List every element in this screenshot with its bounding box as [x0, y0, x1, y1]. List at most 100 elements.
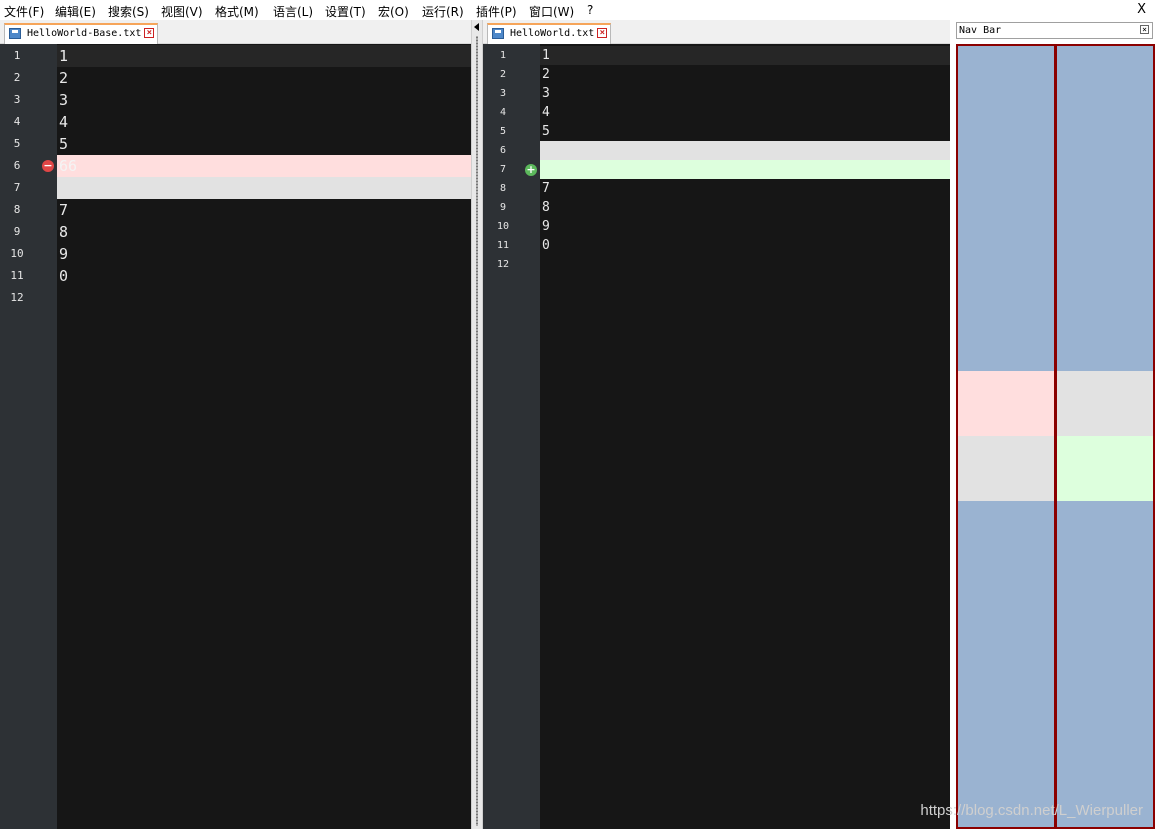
- menu-item[interactable]: 格式(M): [215, 3, 259, 20]
- save-file-icon: [9, 28, 21, 39]
- menu-item[interactable]: ?: [587, 3, 593, 17]
- line-number: 11: [496, 240, 510, 251]
- menu-item[interactable]: 文件(F): [4, 3, 44, 20]
- nav-bar-header: Nav Bar ×: [956, 22, 1153, 39]
- code-text: 5: [542, 124, 550, 139]
- line-number-gutter: 1 2 3 4 5 6−7 8 9 10 11 12: [0, 44, 57, 829]
- menu-item[interactable]: 视图(V): [161, 3, 203, 20]
- line-number: 1: [499, 50, 507, 61]
- nav-bar-segment: [1057, 371, 1153, 436]
- pane-splitter[interactable]: [471, 20, 483, 829]
- tab-label: HelloWorld-Base.txt: [27, 28, 142, 39]
- code-line[interactable]: 0: [57, 265, 471, 287]
- menu-item[interactable]: 语言(L): [273, 3, 313, 20]
- nav-bar-segment: [958, 46, 1054, 371]
- code-line[interactable]: [57, 287, 471, 309]
- line-number: 3: [499, 88, 507, 99]
- code-line[interactable]: 1: [540, 46, 950, 65]
- nav-bar-segment: [958, 436, 1054, 501]
- editor-left[interactable]: 1 2 3 4 5 6−7 8 9 10 11 12 1 2 3 4 5 66 7 8 9 0: [0, 44, 471, 829]
- menu-item[interactable]: 宏(O): [378, 3, 409, 20]
- watermark: https://blog.csdn.net/L_Wierpuller: [920, 802, 1143, 819]
- code-line[interactable]: [540, 160, 950, 179]
- menu-item[interactable]: 窗口(W): [529, 3, 574, 20]
- line-number: 12: [496, 259, 510, 270]
- menu-item[interactable]: 设置(T): [325, 3, 366, 20]
- code-text: 1: [59, 47, 69, 65]
- line-number: 5: [13, 137, 21, 150]
- code-text: 4: [59, 113, 69, 131]
- nav-bar-panel: Nav Bar ×: [950, 20, 1155, 829]
- nav-bar-segment: [958, 371, 1054, 436]
- code-line[interactable]: 5: [57, 133, 471, 155]
- close-icon[interactable]: ×: [1140, 25, 1149, 34]
- tab-hello-world[interactable]: HelloWorld.txt ×: [487, 23, 612, 44]
- nav-bar-title: Nav Bar: [959, 25, 1002, 36]
- line-number: 8: [499, 183, 507, 194]
- editor-right[interactable]: 1 2 3 4 5 6 7 +8 9 10 11 12 123457890: [483, 44, 950, 829]
- nav-bar-segment: [1057, 436, 1153, 501]
- code-line[interactable]: 4: [57, 111, 471, 133]
- menu-item[interactable]: 搜索(S): [108, 3, 149, 20]
- code-line[interactable]: 3: [540, 84, 950, 103]
- code-line[interactable]: 1: [57, 45, 471, 67]
- line-number: 12: [10, 291, 24, 304]
- left-pane: HelloWorld-Base.txt × 1 2 3 4 5 6−7 8 9 10 11 12 1…: [0, 20, 471, 829]
- code-text: 66: [59, 157, 78, 175]
- code-text: 2: [59, 69, 69, 87]
- code-line[interactable]: 0: [540, 236, 950, 255]
- code-text: 8: [59, 223, 69, 241]
- line-number: 4: [499, 107, 507, 118]
- window-close-button[interactable]: X: [1137, 2, 1146, 17]
- line-number: 4: [13, 115, 21, 128]
- code-line[interactable]: [540, 255, 950, 274]
- line-number: 9: [499, 202, 507, 213]
- code-line[interactable]: 3: [57, 89, 471, 111]
- line-number: 2: [499, 69, 507, 80]
- code-line[interactable]: 2: [57, 67, 471, 89]
- collapse-arrow-icon[interactable]: [474, 23, 479, 31]
- code-line[interactable]: 7: [540, 179, 950, 198]
- code-text: 7: [59, 201, 69, 219]
- code-text: 9: [59, 245, 69, 263]
- code-text: 0: [542, 238, 550, 253]
- line-number: 3: [13, 93, 21, 106]
- nav-bar-segment: [958, 501, 1054, 826]
- line-number: 11: [10, 269, 24, 282]
- code-line[interactable]: [540, 141, 950, 160]
- code-line[interactable]: 2: [540, 65, 950, 84]
- code-text: 5: [59, 135, 69, 153]
- tab-hello-world-base[interactable]: HelloWorld-Base.txt ×: [4, 23, 159, 44]
- code-text: 3: [542, 86, 550, 101]
- line-number: 7: [13, 181, 21, 194]
- code-line[interactable]: 5: [540, 122, 950, 141]
- code-text: 8: [542, 200, 550, 215]
- code-text: 7: [542, 181, 550, 196]
- line-number: 8: [13, 203, 21, 216]
- line-number: 6: [13, 159, 21, 172]
- right-pane: HelloWorld.txt × 1 2 3 4 5 6 7 +8 9 10 11 12 123457…: [483, 20, 950, 829]
- menu-item[interactable]: 编辑(E): [55, 3, 96, 20]
- menu-item[interactable]: 插件(P): [476, 3, 517, 20]
- code-text: 3: [59, 91, 69, 109]
- code-line[interactable]: 9: [540, 217, 950, 236]
- close-icon[interactable]: ×: [144, 28, 155, 38]
- code-line[interactable]: 8: [57, 221, 471, 243]
- code-line[interactable]: 9: [57, 243, 471, 265]
- code-line[interactable]: 66: [57, 155, 471, 177]
- code-line[interactable]: 8: [540, 198, 950, 217]
- tab-bar-left: HelloWorld-Base.txt ×: [0, 20, 471, 44]
- code-line[interactable]: 4: [540, 103, 950, 122]
- close-icon[interactable]: ×: [597, 28, 608, 38]
- nav-bar-column[interactable]: [1055, 44, 1155, 829]
- nav-bar-column[interactable]: [956, 44, 1056, 829]
- nav-bar-segment: [1057, 501, 1153, 826]
- code-line[interactable]: 7: [57, 199, 471, 221]
- line-number-gutter: 1 2 3 4 5 6 7 +8 9 10 11 12: [483, 44, 540, 829]
- line-number: 5: [499, 126, 507, 137]
- tab-label: HelloWorld.txt: [510, 28, 595, 39]
- code-line[interactable]: [57, 177, 471, 199]
- line-number: 2: [13, 71, 21, 84]
- menu-item[interactable]: 运行(R): [422, 3, 464, 20]
- code-text: 2: [542, 67, 550, 82]
